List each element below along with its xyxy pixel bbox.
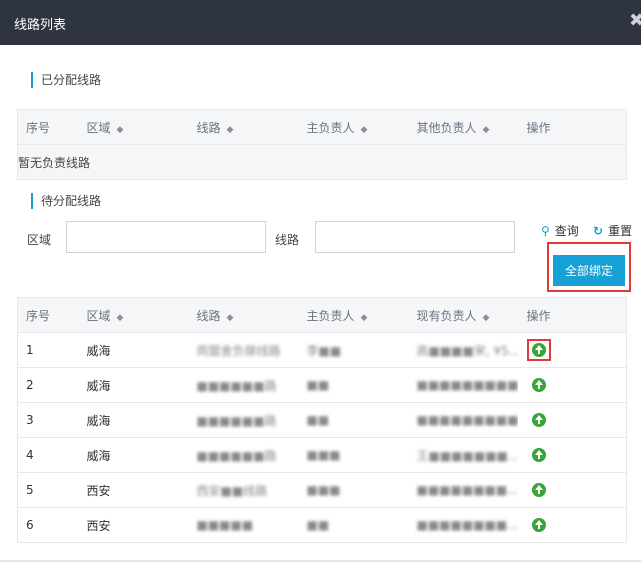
refresh-icon: ↻ [593,224,604,238]
sort-icon: ◆ [360,124,368,135]
row-index: 4 [17,437,78,473]
dialog-title: 线路列表 [14,18,67,33]
sort-icon: ◆ [226,312,234,323]
sort-icon: ◆ [482,124,490,135]
row-route: ■■■■■■路 [187,402,298,438]
route-label: 线路 [275,233,300,247]
assigned-table: 序号 区域 ◆ 线路 ◆ 主负责人 ◆ 其他负责人 ◆ 操作 暂无负责线路 [17,109,627,180]
assigned-section-title: 已分配线路 [31,72,101,88]
bind-up-icon[interactable] [531,413,546,428]
bind-up-icon[interactable] [531,518,546,533]
table-row: 6 西安 ■■■■■ ■■ ■■■■■■■■... [17,507,627,543]
col-region[interactable]: 区域 ◆ [77,109,188,145]
table-row: 4 威海 ■■■■■■路 ■■■ 王■■■■■■■... [17,437,627,473]
table-row: 3 威海 ■■■■■■路 ■■ ■■■■■■■■■... [17,402,627,438]
col-owner[interactable]: 主负责人 ◆ [297,297,408,333]
search-icon: ⚲ [541,224,550,238]
bind-all-button[interactable]: 全部绑定 [553,255,625,286]
row-route: 西安■■线路 [187,472,298,508]
row-owner: ■■ [297,507,408,543]
col-region[interactable]: 区域 ◆ [77,297,188,333]
col-actions: 操作 [517,109,627,145]
row-owner: ■■■ [297,472,408,508]
col-owner[interactable]: 主负责人 ◆ [297,109,408,145]
row-current-owner: 高■■■■宋, ¥5... [407,332,518,368]
row-index: 5 [17,472,78,508]
sort-icon: ◆ [116,124,124,135]
col-index: 序号 [17,109,78,145]
row-owner: ■■■ [297,437,408,473]
row-route: ■■■■■■路 [187,437,298,473]
row-current-owner: ■■■■■■■■... [407,507,518,543]
reset-button[interactable]: ↻ 重置 [593,222,632,239]
bind-highlight [526,338,551,362]
col-other-owner[interactable]: 其他负责人 ◆ [407,109,518,145]
route-input[interactable] [315,221,515,253]
assigned-header-row: 序号 区域 ◆ 线路 ◆ 主负责人 ◆ 其他负责人 ◆ 操作 [17,109,627,145]
row-current-owner: ■■■■■■■■■... [407,402,518,438]
row-current-owner: 王■■■■■■■... [407,437,518,473]
col-actions: 操作 [517,297,627,333]
row-action [517,472,627,508]
bind-up-icon[interactable] [531,343,546,358]
row-action [517,402,627,438]
table-row: 1 威海 両盟舍负镓线路 李■■ 高■■■■宋, ¥5... [17,332,627,368]
row-action [517,332,627,368]
pending-table: 序号 区域 ◆ 线路 ◆ 主负责人 ◆ 现有负责人 ◆ 操作 1 威海 両盟舍负镓线路 … [17,297,627,543]
pending-section-title: 待分配线路 [31,193,101,209]
col-route[interactable]: 线路 ◆ [187,297,298,333]
row-owner: 李■■ [297,332,408,368]
dialog-titlebar: 线路列表 ✖ [0,0,641,45]
pending-header-row: 序号 区域 ◆ 线路 ◆ 主负责人 ◆ 现有负责人 ◆ 操作 [17,297,627,333]
row-current-owner: ■■■■■■■■■ [407,367,518,403]
close-icon[interactable]: ✖ [629,11,641,31]
row-region: 威海 [77,402,188,438]
row-owner: ■■ [297,367,408,403]
sort-icon: ◆ [116,312,124,323]
row-index: 3 [17,402,78,438]
row-route: 両盟舍负镓线路 [187,332,298,368]
query-label: 查询 [554,224,579,238]
row-region: 威海 [77,332,188,368]
col-index: 序号 [17,297,78,333]
sort-icon: ◆ [226,124,234,135]
row-action [517,367,627,403]
row-region: 西安 [77,472,188,508]
region-label: 区域 [27,233,52,247]
query-button[interactable]: ⚲ 查询 [541,222,579,239]
region-input[interactable] [66,221,266,253]
row-index: 6 [17,507,78,543]
row-region: 西安 [77,507,188,543]
row-route: ■■■■■■路 [187,367,298,403]
row-action [517,437,627,473]
bind-up-icon[interactable] [531,378,546,393]
col-route[interactable]: 线路 ◆ [187,109,298,145]
row-index: 2 [17,367,78,403]
table-row: 2 威海 ■■■■■■路 ■■ ■■■■■■■■■ [17,367,627,403]
reset-label: 重置 [608,224,633,238]
table-row: 5 西安 西安■■线路 ■■■ ■■■■■■■■... [17,472,627,508]
col-current-owner[interactable]: 现有负责人 ◆ [407,297,518,333]
row-owner: ■■ [297,402,408,438]
bind-up-icon[interactable] [531,448,546,463]
row-current-owner: ■■■■■■■■... [407,472,518,508]
bind-up-icon[interactable] [531,483,546,498]
row-index: 1 [17,332,78,368]
row-region: 威海 [77,437,188,473]
row-action [517,507,627,543]
row-region: 威海 [77,367,188,403]
empty-row: 暂无负责线路 [17,144,627,180]
sort-icon: ◆ [482,312,490,323]
sort-icon: ◆ [360,312,368,323]
row-route: ■■■■■ [187,507,298,543]
empty-text: 暂无负责线路 [17,144,627,180]
